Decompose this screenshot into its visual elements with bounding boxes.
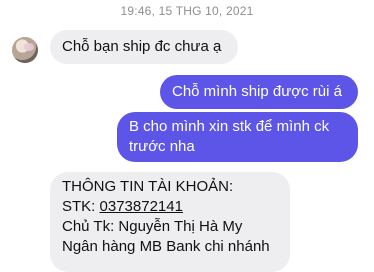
message-text: Chỗ bạn ship đc chưa ạ [62,38,222,55]
avatar-photo-accent [24,43,34,51]
account-number-link[interactable]: 0373872141 [100,198,183,215]
conversation-timestamp: 19:46, 15 THG 10, 2021 [120,4,254,18]
account-owner-line: Chủ Tk: Nguyễn Thị Hà My [62,218,243,235]
account-number-label: STK: [62,198,100,215]
account-info-heading: THÔNG TIN TÀI KHOẢN: [62,178,234,195]
bank-branch-line: Ngân hàng MB Bank chi nhánh [62,238,270,255]
message-text-line: B cho mình xin stk để mình ck [129,118,330,135]
account-number-line: STK: 0373872141 [62,197,278,217]
incoming-message-bubble[interactable]: THÔNG TIN TÀI KHOẢN: STK: 0373872141 Chủ… [50,172,290,272]
message-text-line: trước nha [129,138,195,155]
incoming-message-bubble[interactable]: Chỗ bạn ship đc chưa ạ [50,30,238,64]
outgoing-message-bubble[interactable]: Chỗ mình ship được rùi á [160,75,358,109]
contact-avatar[interactable] [12,37,38,63]
message-text: Chỗ mình ship được rùi á [172,83,342,100]
outgoing-message-bubble[interactable]: B cho mình xin stk để mình ck trước nha [117,112,358,162]
